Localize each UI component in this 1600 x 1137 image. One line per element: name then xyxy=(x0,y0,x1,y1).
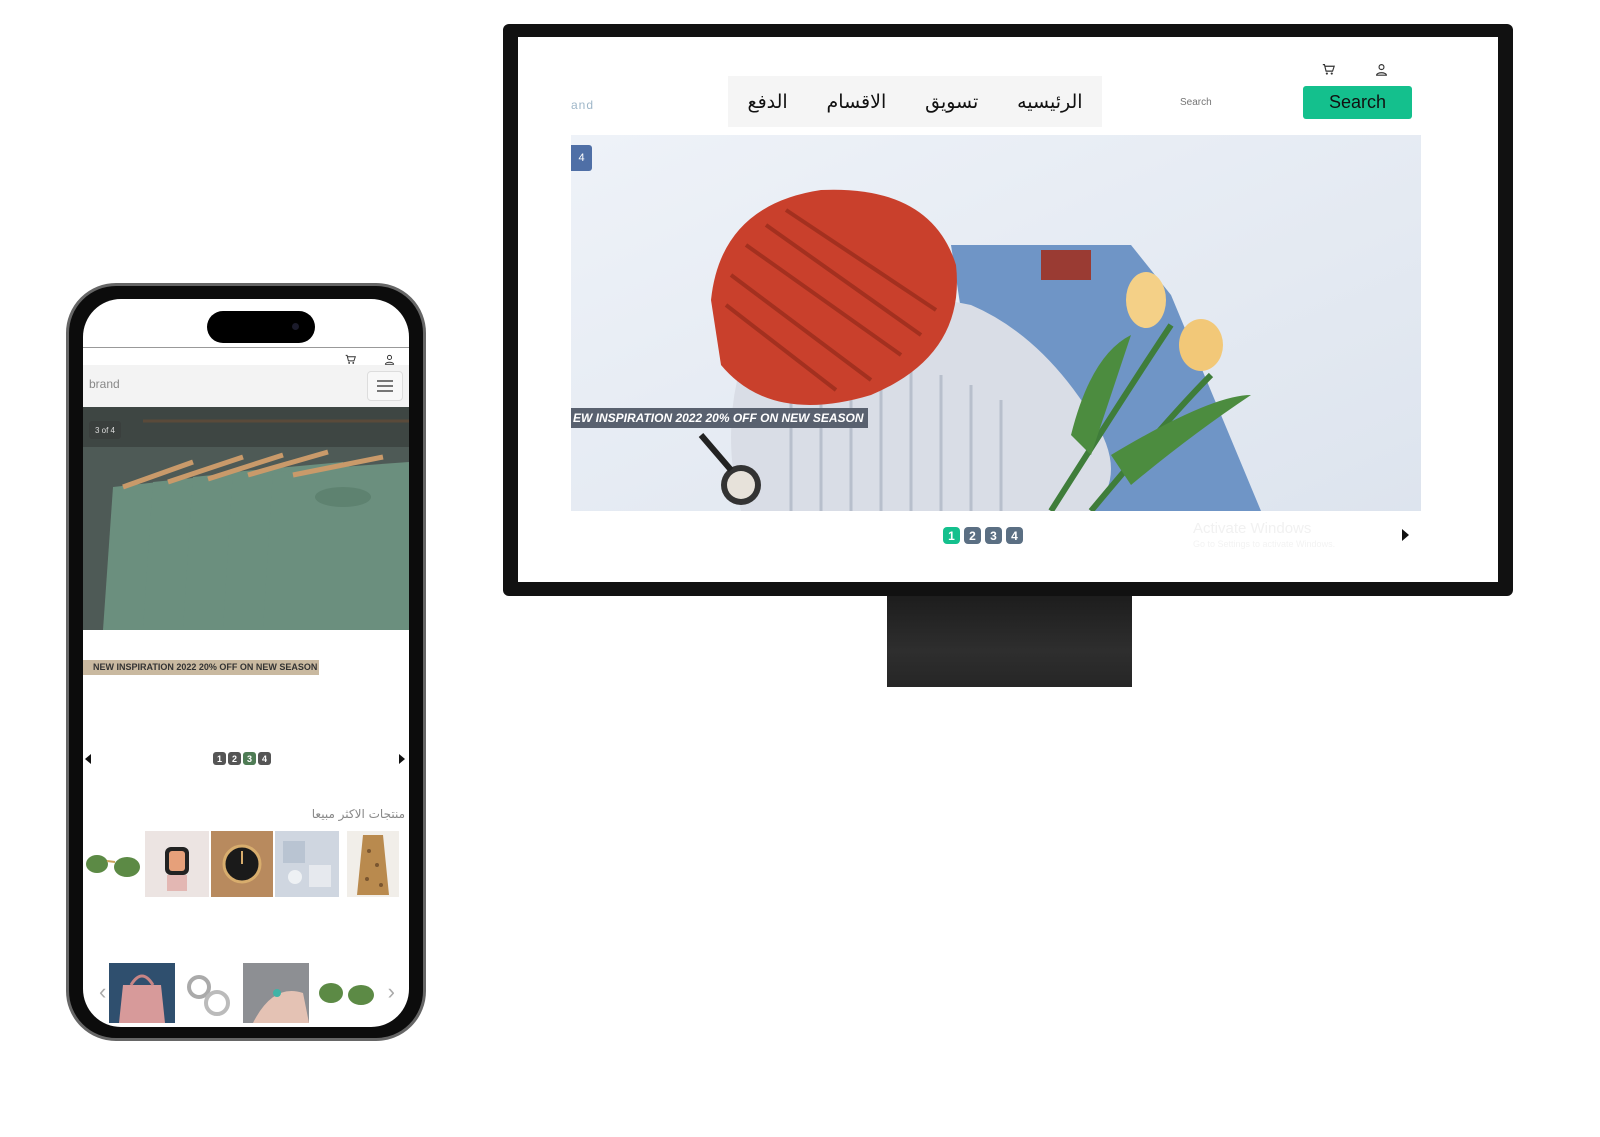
page-dot-1[interactable]: 1 xyxy=(943,527,960,544)
nav-payment[interactable]: الدفع xyxy=(747,91,787,113)
page-dot-1[interactable]: 1 xyxy=(213,752,226,765)
search-input[interactable] xyxy=(1178,89,1302,115)
slide-counter-badge: 3 of 4 xyxy=(89,421,121,439)
product-smartwatch[interactable] xyxy=(145,831,209,897)
product-accessories[interactable] xyxy=(275,831,339,897)
chevron-left-icon[interactable]: ‹ xyxy=(99,979,106,1005)
page-dot-2[interactable]: 2 xyxy=(228,752,241,765)
products-carousel-2 xyxy=(83,963,409,1023)
nav-categories[interactable]: الاقسام xyxy=(827,91,887,113)
carousel-pagination: 1 2 3 4 xyxy=(943,527,1023,544)
activate-windows-watermark: Activate Windows Go to Settings to activ… xyxy=(1193,520,1335,549)
desktop-monitor: and الرئيسيه تسويق الاقسام الدفع Search xyxy=(503,24,1513,596)
promo-banner: NEW INSPIRATION 2022 20% OFF ON NEW SEAS… xyxy=(83,660,320,675)
product-handbag[interactable] xyxy=(109,963,175,1023)
activate-subtitle: Go to Settings to activate Windows. xyxy=(1193,539,1336,549)
desktop-top-icons xyxy=(1322,63,1388,81)
carousel-prev-arrow-icon[interactable] xyxy=(85,754,91,764)
section-title-best-sellers: منتجات الاكثر مبيعا xyxy=(311,807,405,821)
product-ring-hand[interactable] xyxy=(243,963,309,1023)
nav-marketing[interactable]: تسويق xyxy=(925,91,978,113)
carousel-next-arrow-icon[interactable] xyxy=(399,754,405,764)
brand-logo[interactable]: and xyxy=(571,98,594,112)
best-sellers-carousel xyxy=(83,831,409,899)
slide-counter-badge: 4 xyxy=(571,145,592,171)
product-sunglasses[interactable] xyxy=(83,831,143,897)
desktop-screen: and الرئيسيه تسويق الاقسام الدفع Search xyxy=(518,37,1498,582)
product-skirt[interactable] xyxy=(347,831,399,897)
hero-photo xyxy=(83,407,409,630)
monitor-stand xyxy=(887,596,1132,687)
product-rings[interactable] xyxy=(179,963,239,1023)
brand-logo[interactable]: brand xyxy=(89,377,120,391)
page-dot-2[interactable]: 2 xyxy=(964,527,981,544)
activate-title: Activate Windows xyxy=(1193,520,1312,537)
page-dot-4[interactable]: 4 xyxy=(258,752,271,765)
product-sunglasses-2[interactable] xyxy=(315,963,377,1023)
page-dot-3[interactable]: 3 xyxy=(985,527,1002,544)
dynamic-island xyxy=(207,311,315,343)
hamburger-menu-icon[interactable] xyxy=(367,371,403,401)
mobile-hero-image xyxy=(83,407,409,630)
nav-home[interactable]: الرئيسيه xyxy=(1017,91,1082,113)
page-dot-4[interactable]: 4 xyxy=(1006,527,1023,544)
carousel-pagination: 1 2 3 4 xyxy=(213,752,271,765)
chevron-right-icon[interactable]: › xyxy=(388,979,395,1005)
mobile-screen: brand 3 of 4 NEW INSPIRATION 2022 20% OF… xyxy=(83,299,409,1027)
mobile-navbar: brand xyxy=(83,365,409,407)
promo-banner: EW INSPIRATION 2022 20% OFF ON NEW SEASO… xyxy=(571,408,868,428)
cart-icon[interactable] xyxy=(1322,63,1335,81)
hero-photo xyxy=(571,135,1421,511)
main-nav: الرئيسيه تسويق الاقسام الدفع xyxy=(728,76,1102,127)
mobile-phone: brand 3 of 4 NEW INSPIRATION 2022 20% OF… xyxy=(66,283,426,1041)
product-wristwatch[interactable] xyxy=(211,831,273,897)
page-dot-3[interactable]: 3 xyxy=(243,752,256,765)
divider xyxy=(83,347,409,348)
search-button[interactable]: Search xyxy=(1303,86,1412,119)
carousel-next-arrow-icon[interactable] xyxy=(1402,529,1409,541)
user-icon[interactable] xyxy=(1375,63,1388,81)
hero-carousel-image xyxy=(571,135,1421,511)
